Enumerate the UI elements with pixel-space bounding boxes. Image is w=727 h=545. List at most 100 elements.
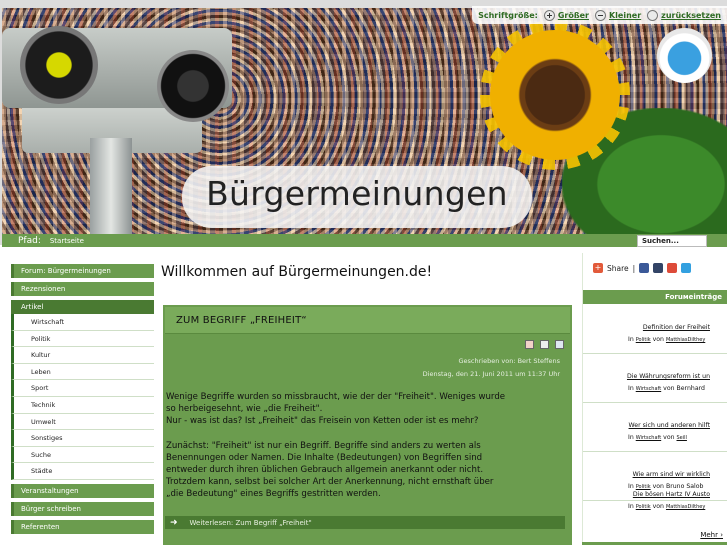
article-author: Geschrieben von: Bert Steffens [458,357,560,365]
article-title[interactable]: ZUM BEGRIFF „FREIHEIT“ [176,315,307,326]
share-label[interactable]: Share [607,264,629,273]
font-reset-button[interactable]: zurücksetzen [647,9,721,21]
article-line: Zunächst: "Freiheit" ist nur ein Begriff… [166,440,481,451]
article-line: entweder durch ihren üblichen Gebrauch a… [166,465,484,476]
forum-entry-user[interactable]: Seill [677,435,687,441]
nav-sub-politik[interactable]: Politik [11,330,154,348]
bird-logo-icon [657,28,712,83]
forum-entries-heading: Foruмeinträge [583,290,727,304]
pdf-icon[interactable] [525,340,534,349]
font-smaller-label[interactable]: Kleiner [609,11,641,20]
nav-sub-leben[interactable]: Leben [11,363,154,381]
nav-sub-sport[interactable]: Sport [11,380,154,397]
nav-item-veranstaltungen[interactable]: Veranstaltungen [11,483,154,498]
nav-sub-kultur[interactable]: Kultur [11,347,154,364]
forum-entry-user[interactable]: Bernhard [677,385,705,392]
read-more-link[interactable]: ➜ Weiterlesen: Zum Begriff „Freiheit" [165,516,565,529]
breadcrumb-label: Pfad: [18,235,41,246]
article-date: Dienstag, den 21. Juni 2011 um 11:37 Uhr [422,370,560,378]
font-smaller-button[interactable]: Kleiner [594,9,641,21]
font-bigger-button[interactable]: Größer [543,9,589,21]
more-link[interactable]: Mehr › [700,531,723,539]
share-bar: + Share | [593,263,692,273]
forum-entry-in: In [628,336,634,343]
nav-sub-wirtschaft[interactable]: Wirtschaft [11,314,154,331]
nav-item-rezensionen[interactable]: Rezensionen [11,282,154,296]
forum-entry-title[interactable]: Wer sich und anderen hilft [629,422,710,429]
share-separator: | [632,263,636,273]
forum-entry-von: von [663,434,675,441]
article-paragraph-1: Wenige Begriffe wurden so missbraucht, w… [166,391,566,428]
nav-sub-suche[interactable]: Suche [11,446,154,464]
article-paragraph-2: Zunächst: "Freiheit" ist nur ein Begriff… [166,440,566,501]
forum-entry-von: von [652,503,664,510]
nav-sub-staedte[interactable]: Städte [11,463,154,480]
camera-lens-left [20,26,98,104]
forum-entry-title[interactable]: Wie arm sind wir wirklich [633,471,710,478]
email-icon[interactable] [555,340,564,349]
article-line: so herbeigesehnt, wie „die Freiheit". [166,404,323,415]
nav-item-referenten[interactable]: Referenten [11,519,154,534]
font-reset-label[interactable]: zurücksetzen [661,11,721,20]
forum-entry-title[interactable]: Definition der Freiheit [643,324,710,331]
font-size-label: Schriftgröße: [478,10,538,20]
font-bigger-label[interactable]: Größer [558,11,589,20]
nav-submenu-artikel: Wirtschaft Politik Kultur Leben Sport Te… [11,314,154,480]
nav-sub-umwelt[interactable]: Umwelt [11,413,154,431]
sunflower-head [490,30,620,160]
page-title: Willkommen auf Bürgermeinungen.de! [161,264,433,280]
forum-entry-in: In [628,503,634,510]
article-header: ZUM BEGRIFF „FREIHEIT“ [165,307,570,334]
forum-entry-category[interactable]: Wirtschaft [636,386,661,392]
share-plus-icon[interactable]: + [593,263,603,273]
site-title: Bürgermeinungen [206,174,508,213]
forum-entry-von: von [652,336,664,343]
nav-sub-technik[interactable]: Technik [11,396,154,414]
article-card: ZUM BEGRIFF „FREIHEIT“ Geschrieben von: … [163,305,572,545]
minus-circle-icon [594,9,606,21]
article-line: „die Bedeutung" eines Begriffs gestritte… [166,489,381,500]
camera-lens-right [157,50,229,122]
google-icon[interactable] [667,263,678,273]
article-line: Wenige Begriffe wurden so missbraucht, w… [166,392,506,402]
right-sidebar: + Share | Foruмeinträge Definition der F… [582,253,727,545]
forum-entry-in: In [628,385,634,392]
forum-entry: Wer sich und anderen hilft In Wirtschaft… [583,404,727,452]
article-line: Nur - was ist das? Ist „Freiheit" das Fr… [166,416,479,427]
forum-entry-title[interactable]: Die bösen Hartz IV Austo [633,491,710,498]
forum-entry-meta: In Wirtschaft von Bernhard [628,385,705,392]
nav-sub-sonstiges[interactable]: Sonstiges [11,430,154,447]
article-line: Trotzdem kann, selbst bei solcher Art de… [166,477,494,488]
breadcrumb: Pfad: Startseite [2,234,727,247]
header-banner-image: Bürgermeinungen [2,8,727,235]
article-line: Benennungen oder Namen. Die Inhalte (Bed… [166,452,483,463]
forum-entry-meta: In Politik von MatthiasDilthey [628,503,705,510]
article-actions [525,340,564,349]
font-size-bar: Schriftgröße: Größer Kleiner zurücksetze… [472,6,727,24]
forum-entry-category[interactable]: Politik [636,504,651,510]
camera-pole [90,138,132,235]
forum-entry: Die bösen Hartz IV Austo In Politik von … [583,481,727,529]
forum-entry-in: In [628,434,634,441]
left-navigation: Forum: Bürgermeinungen Rezensionen Artik… [11,264,154,538]
read-more-label[interactable]: Weiterlesen: Zum Begriff „Freiheit" [190,519,312,527]
print-icon[interactable] [540,340,549,349]
nav-item-artikel[interactable]: Artikel [11,300,154,314]
header: Bürgermeinungen Schriftgröße: Größer Kle… [0,0,727,245]
forum-entry-category[interactable]: Politik [636,337,651,343]
facebook-icon[interactable] [639,263,650,273]
forum-entry-user[interactable]: MatthiasDilthey [666,504,705,510]
forum-entry-von: von [663,385,675,392]
nav-item-buerger-schreiben[interactable]: Bürger schreiben [11,501,154,516]
myspace-icon[interactable] [653,263,664,273]
article-body: Wenige Begriffe wurden so missbraucht, w… [166,391,566,513]
twitter-icon[interactable] [681,263,692,273]
nav-item-forum[interactable]: Forum: Bürgermeinungen [11,264,154,278]
forum-entry-user[interactable]: MatthiasDilthey [666,337,705,343]
reset-circle-icon [647,9,659,21]
forum-entry-category[interactable]: Wirtschaft [636,435,661,441]
forum-entry-title[interactable]: Die Währungsreform ist un [627,373,710,380]
breadcrumb-home-link[interactable]: Startseite [50,237,84,245]
search-input[interactable]: Suchen... [637,235,707,247]
plus-circle-icon [543,9,555,21]
